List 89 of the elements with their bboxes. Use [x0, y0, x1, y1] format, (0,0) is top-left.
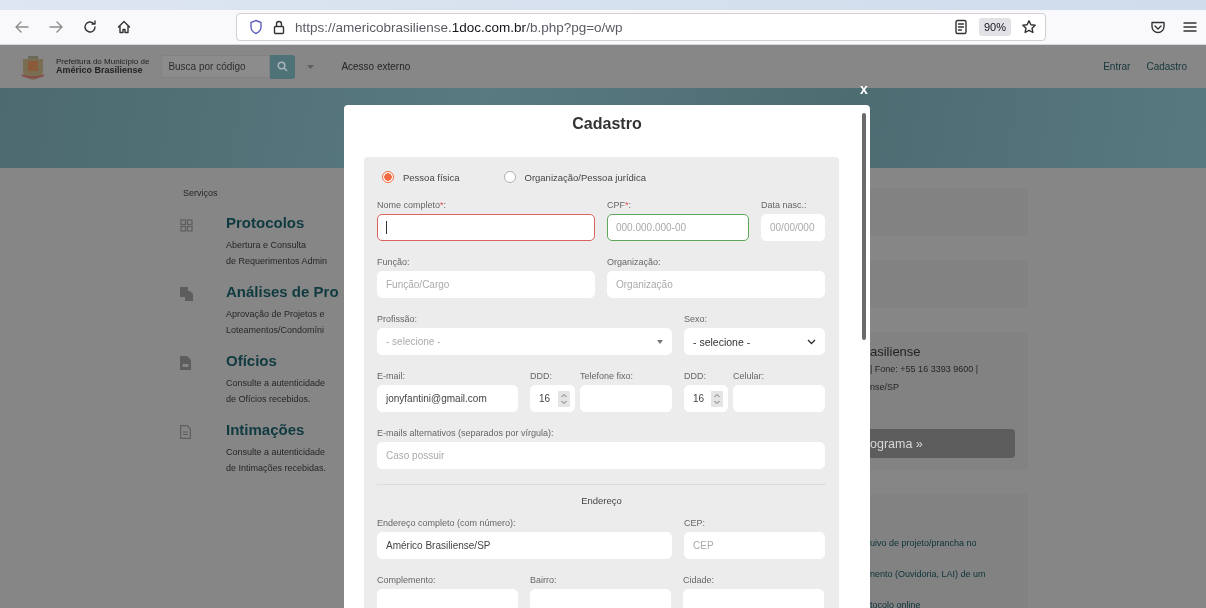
radio-option[interactable]: Pessoa física: [382, 171, 460, 183]
scrollbar[interactable]: [862, 113, 866, 340]
document-icon: [180, 356, 191, 370]
field-label: Sexo:: [684, 313, 708, 325]
dropdown[interactable]: - selecione -: [684, 328, 825, 355]
shield-icon: [249, 19, 263, 35]
field-label: CPF*:: [607, 199, 633, 211]
radio-option[interactable]: Organização/Pessoa jurídica: [503, 171, 646, 183]
field-label: Profissão:: [377, 313, 419, 325]
number-field[interactable]: 16: [684, 385, 728, 412]
search-field[interactable]: Busca por código: [161, 55, 271, 78]
select-field[interactable]: - selecione -: [377, 328, 672, 355]
service-link[interactable]: Intimações: [226, 421, 344, 438]
lock-icon: [273, 19, 285, 35]
chevron-down-icon: [807, 338, 816, 345]
shield-chevron-icon[interactable]: [1150, 19, 1166, 35]
field-label: Bairro:: [530, 574, 558, 586]
service-link[interactable]: Ofícios: [226, 352, 344, 369]
address-title: asiliense: [870, 344, 922, 359]
text-field[interactable]: Américo Brasiliense/SP: [377, 532, 672, 559]
logo-text: Prefeitura do Município de: [56, 58, 150, 66]
radio-button[interactable]: [503, 171, 516, 183]
back-icon[interactable]: [14, 19, 30, 35]
service-description: Abertura e Consulta: [226, 239, 308, 252]
copy-icon: [180, 287, 193, 301]
text-field[interactable]: 000.000.000-00: [607, 214, 749, 241]
service-description: Consulte a autenticidade: [226, 377, 327, 390]
home-icon[interactable]: [116, 19, 132, 35]
radio-button[interactable]: [382, 171, 394, 183]
address-text: nse/SP: [870, 381, 901, 394]
field-label: E-mails alternativos (separados por vírgula):: [377, 427, 555, 439]
field-label: Organização:: [607, 256, 662, 268]
section-heading: Endereço: [581, 495, 622, 506]
field-label: Celular:: [733, 370, 765, 382]
close-button[interactable]: x: [860, 81, 868, 97]
field-label: Endereço completo (com número):: [377, 517, 517, 529]
program-button[interactable]: ograma »: [870, 429, 1015, 458]
logo-text: Américo Brasiliense: [56, 66, 144, 75]
service-description: de Intimações recebidas.: [226, 462, 328, 475]
caret-icon: [657, 339, 663, 344]
field-label: Cidade:: [683, 574, 716, 586]
help-link[interactable]: nento (Ouvidoria, LAI) de um: [870, 567, 1028, 581]
bookmark-star-icon[interactable]: [1021, 19, 1037, 35]
header-link[interactable]: Cadastro: [1146, 61, 1187, 72]
service-description: Consulte a autenticidade: [226, 446, 327, 459]
text-field[interactable]: CEP: [684, 532, 825, 559]
number-field[interactable]: 16: [530, 385, 575, 412]
grid-icon: [180, 219, 193, 232]
text-field[interactable]: jonyfantini@gmail.com: [377, 385, 518, 412]
reader-view-icon[interactable]: [952, 19, 969, 35]
field-label: E-mail:: [377, 370, 406, 382]
text-field[interactable]: [377, 214, 595, 241]
field-label: Complemento:: [377, 574, 437, 586]
service-description: Loteamentos/Condomíni: [226, 324, 326, 337]
text-field[interactable]: Organização: [607, 271, 825, 298]
forward-icon[interactable]: [48, 19, 64, 35]
text-field[interactable]: 00/00/000: [761, 214, 825, 241]
field-label: DDD:: [530, 370, 553, 382]
help-link[interactable]: tocolo online: [870, 598, 1028, 608]
spinner-icon[interactable]: [558, 390, 570, 407]
service-description: Aprovação de Projetos e: [226, 308, 326, 321]
address-bar[interactable]: https://americobrasiliense.1doc.com.br/b.php?pg=o/wp 90%: [236, 13, 1046, 41]
document-icon: [180, 425, 191, 439]
menu-icon[interactable]: [1182, 19, 1198, 35]
field-label: Data nasc.:: [761, 199, 808, 211]
header-link[interactable]: Entrar: [1103, 61, 1131, 72]
external-access-link[interactable]: Acesso externo: [341, 61, 411, 72]
zoom-level-button[interactable]: 90%: [978, 18, 1011, 36]
section-title: Serviços: [183, 188, 219, 198]
search-button[interactable]: [270, 54, 296, 79]
service-link[interactable]: Análises de Pro: [226, 283, 344, 300]
service-description: de Ofícios recebidos.: [226, 393, 312, 406]
field-label: Telefone fixo:: [580, 370, 635, 382]
help-link[interactable]: uivo de projeto/prancha no: [870, 536, 1028, 550]
field-label: CEP:: [684, 517, 706, 529]
spinner-icon[interactable]: [711, 390, 723, 407]
field-label: Nome completo*:: [377, 199, 448, 211]
modal-title: Cadastro: [572, 114, 642, 134]
service-link[interactable]: Protocolos: [226, 214, 344, 231]
search-icon: [277, 61, 289, 72]
service-description: de Requerimentos Admin: [226, 255, 329, 268]
text-field[interactable]: Caso possuir: [377, 442, 825, 469]
reload-icon[interactable]: [82, 19, 98, 35]
text-field[interactable]: Função/Cargo: [377, 271, 595, 298]
field-label: Função:: [377, 256, 411, 268]
field-label: DDD:: [684, 370, 707, 382]
caret-icon[interactable]: [307, 64, 315, 69]
address-text: | Fone: +55 16 3393 9600 |: [870, 363, 979, 376]
url-text: https://americobrasiliense.1doc.com.br/b.php?pg=o/wp: [295, 19, 624, 35]
